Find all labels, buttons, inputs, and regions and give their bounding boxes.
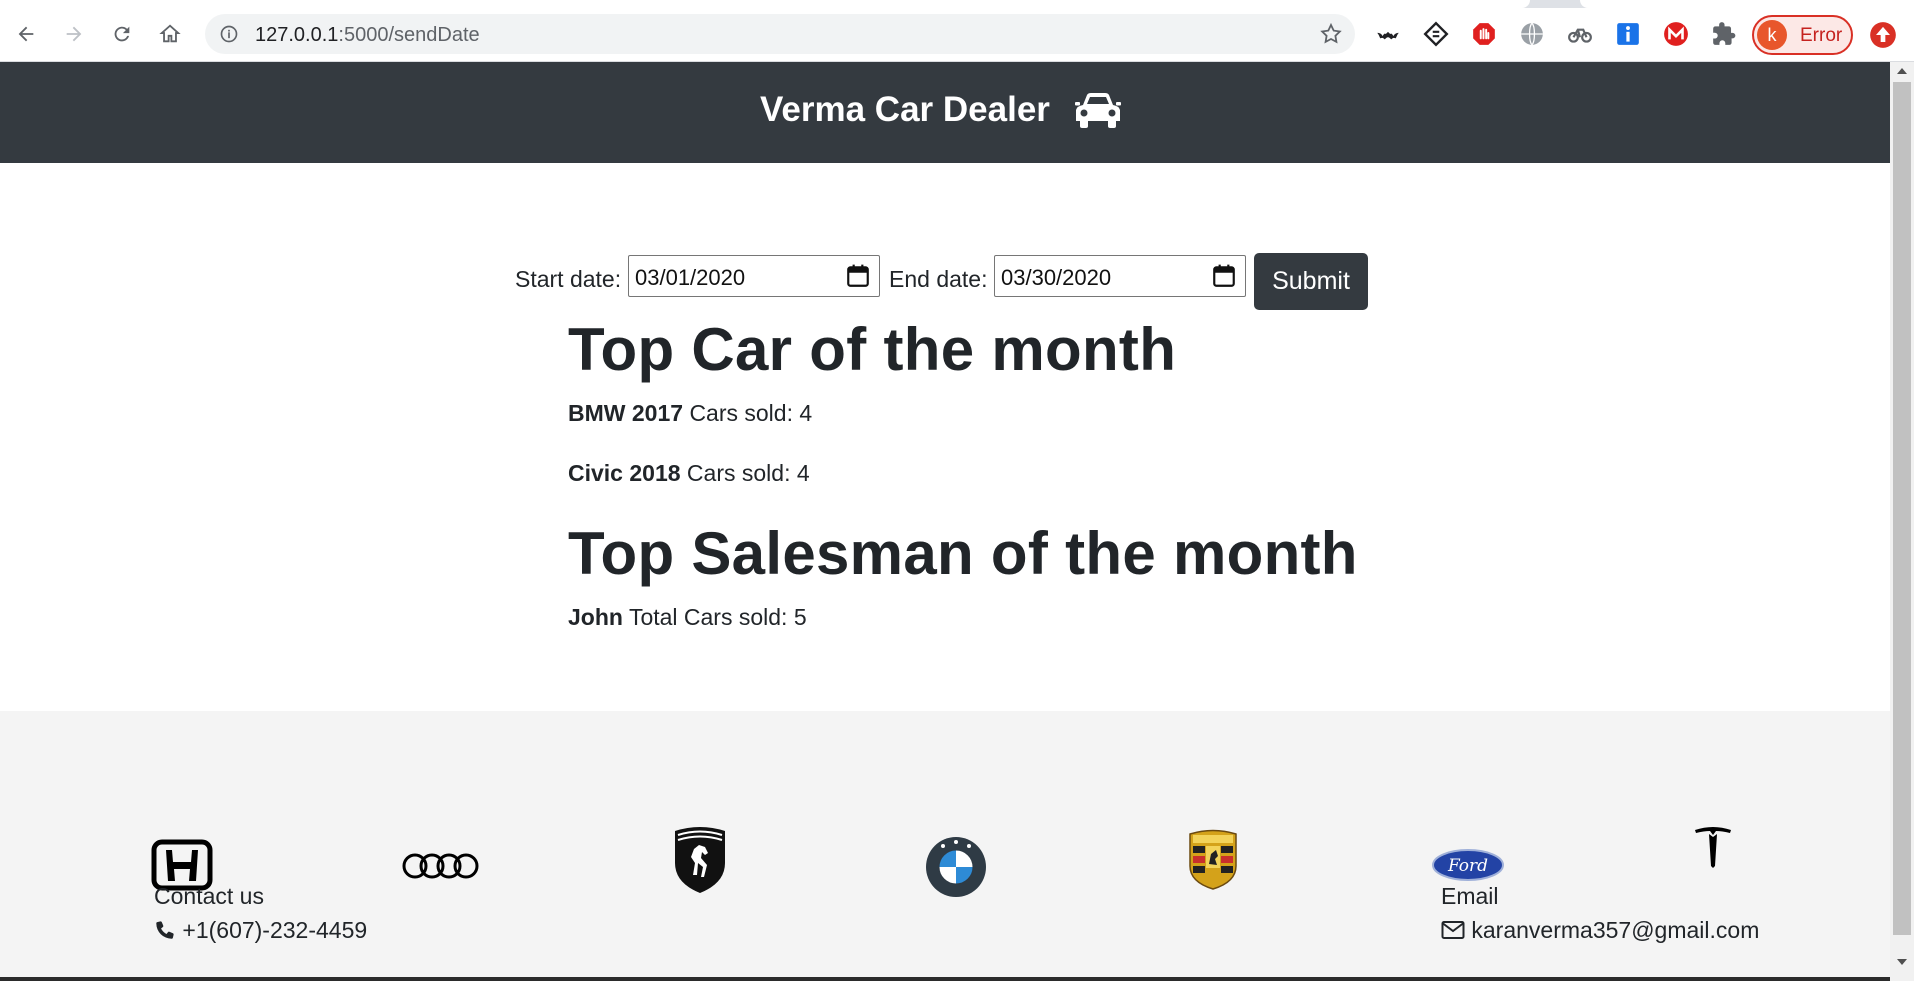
globe-icon — [1521, 22, 1543, 46]
url-host: 127.0.0.1 — [255, 24, 339, 46]
puzzle-piece-icon — [1713, 22, 1736, 45]
extension-bat-button[interactable] — [1373, 19, 1403, 49]
calendar-icon[interactable] — [1211, 263, 1237, 289]
audi-logo[interactable] — [402, 849, 480, 883]
start-date-input[interactable]: 03/01/2020 — [628, 255, 880, 297]
top-car-heading: Top Car of the month — [568, 316, 1177, 383]
url-path: :5000/sendDate — [338, 24, 480, 46]
phone-icon — [156, 921, 174, 939]
profile-avatar: k — [1757, 20, 1787, 50]
phone-number: +1(607)-232-4459 — [182, 917, 368, 943]
top-car-item: BMW 2017 Cars sold: 4 — [568, 400, 812, 427]
extensions-menu-button[interactable] — [1709, 19, 1739, 49]
salesman-sold-count: Total Cars sold: 5 — [628, 604, 807, 630]
audi-rings-icon — [402, 853, 479, 879]
m-badge-icon — [1664, 22, 1688, 46]
tesla-t-icon — [1695, 827, 1731, 868]
brand-title[interactable]: Verma Car Dealer — [760, 90, 1050, 130]
top-car-item: Civic 2018 Cars sold: 4 — [568, 460, 810, 487]
submit-button[interactable]: Submit — [1254, 253, 1368, 310]
ford-oval-icon: Ford — [1432, 849, 1504, 881]
email-heading: Email — [1441, 883, 1499, 909]
car-sold-count: Cars sold: 4 — [686, 460, 810, 486]
scroll-down-arrow-icon[interactable] — [1897, 959, 1907, 965]
porsche-logo[interactable] — [1188, 827, 1238, 891]
reload-button[interactable] — [105, 17, 139, 51]
ford-wordmark: Ford — [1447, 856, 1488, 876]
bmw-roundel-icon — [926, 837, 986, 897]
profile-button[interactable]: k Error — [1752, 15, 1853, 55]
active-tab[interactable] — [0, 0, 1530, 8]
extension-adblock-button[interactable] — [1469, 19, 1499, 49]
end-date-value: 03/30/2020 — [1001, 265, 1112, 290]
bat-icon — [1377, 31, 1399, 40]
chrome-update-icon[interactable] — [1869, 21, 1897, 49]
site-info-icon[interactable] — [219, 24, 239, 44]
top-salesman-heading: Top Salesman of the month — [568, 520, 1358, 587]
ford-logo[interactable]: Ford — [1432, 848, 1504, 882]
car-icon — [1075, 93, 1121, 128]
back-button[interactable] — [9, 17, 43, 51]
calendar-icon[interactable] — [845, 263, 871, 289]
car-name: Civic 2018 — [568, 460, 681, 486]
porsche-crest-icon — [1189, 829, 1237, 890]
tab-strip — [0, 0, 1914, 8]
back-arrow-icon — [18, 26, 34, 42]
scrollbar-thumb[interactable] — [1893, 82, 1911, 935]
forward-button[interactable] — [57, 17, 91, 51]
top-salesman-item: John Total Cars sold: 5 — [568, 604, 807, 631]
profile-status: Error — [1800, 25, 1843, 46]
tesla-logo[interactable] — [1693, 825, 1733, 869]
extension-globe-button[interactable] — [1517, 19, 1547, 49]
salesman-name: John — [568, 604, 623, 630]
navbar: Verma Car Dealer — [0, 62, 1890, 163]
car-sold-count: Cars sold: 4 — [689, 400, 813, 426]
end-date-input[interactable]: 03/30/2020 — [994, 255, 1246, 297]
diamond-code-icon — [1423, 21, 1449, 47]
ferrari-logo[interactable] — [670, 824, 730, 896]
browser-tab[interactable] — [1580, 0, 1914, 8]
extension-cycle-button[interactable] — [1565, 19, 1595, 49]
email-address: karanverma357@gmail.com — [1471, 917, 1760, 943]
page-viewport: Verma Car Dealer Start date: 03/01/2020 … — [0, 62, 1890, 980]
browser-toolbar: 127.0.0.1:5000/sendDate k Error — [0, 8, 1914, 62]
email-link[interactable]: karanverma357@gmail.com — [1441, 917, 1759, 944]
cycle-icon — [1568, 28, 1592, 43]
taskbar-edge — [0, 977, 1890, 981]
stop-hand-icon — [1473, 23, 1495, 45]
end-date-label: End date: — [889, 266, 988, 292]
extension-m-button[interactable] — [1661, 19, 1691, 49]
scroll-up-arrow-icon[interactable] — [1897, 68, 1907, 74]
home-button[interactable] — [153, 17, 187, 51]
envelope-icon — [1441, 921, 1465, 939]
extension-diamond-button[interactable] — [1421, 19, 1451, 49]
start-date-label: Start date: — [515, 266, 622, 292]
prancing-horse-shield-icon — [675, 827, 725, 893]
info-icon — [1617, 23, 1639, 45]
page-scrollbar[interactable] — [1890, 62, 1914, 981]
bookmark-star-icon[interactable] — [1319, 22, 1343, 46]
extension-info-button[interactable] — [1613, 19, 1643, 49]
contact-phone[interactable]: +1(607)-232-4459 — [154, 917, 367, 944]
car-name: BMW 2017 — [568, 400, 684, 426]
contact-heading: Contact us — [154, 883, 264, 909]
forward-arrow-icon — [66, 26, 82, 42]
address-bar[interactable]: 127.0.0.1:5000/sendDate — [205, 14, 1355, 54]
home-icon — [159, 24, 181, 43]
bmw-logo[interactable] — [925, 836, 987, 898]
start-date-value: 03/01/2020 — [635, 265, 746, 290]
reload-icon — [114, 26, 130, 42]
url-text: 127.0.0.1:5000/sendDate — [255, 24, 480, 47]
